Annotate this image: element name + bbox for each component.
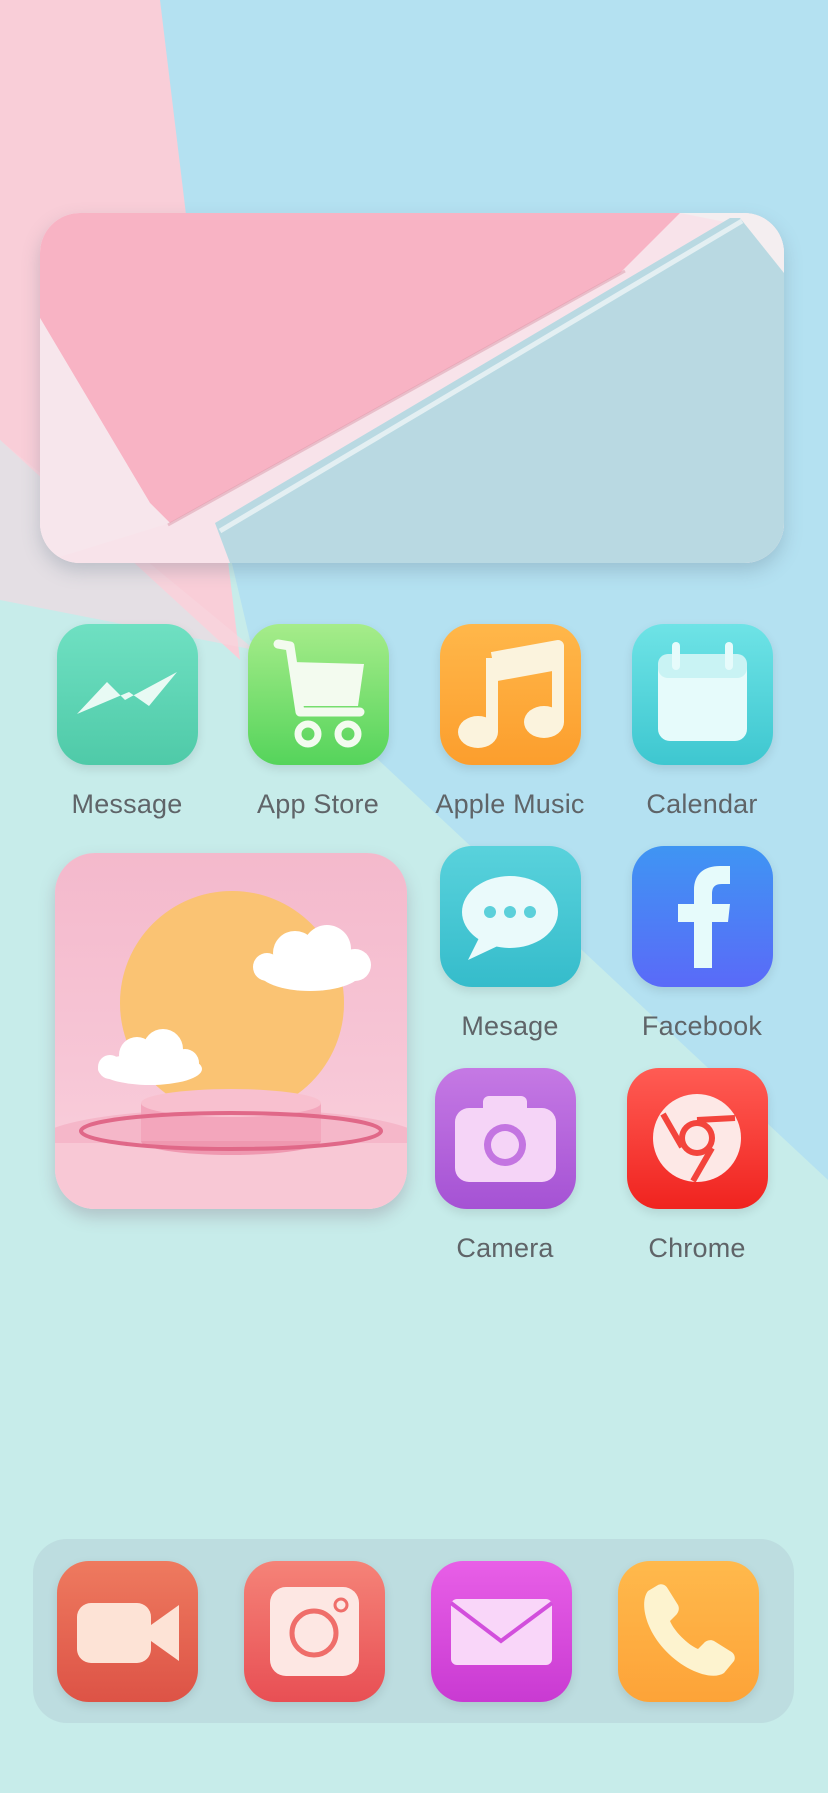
paper-shapes-image <box>40 213 784 563</box>
calendar-icon <box>631 624 773 765</box>
instagram-icon[interactable] <box>244 1561 385 1702</box>
messenger-bolt-icon <box>56 624 198 765</box>
app-mesage[interactable]: Mesage <box>415 846 605 1042</box>
app-calendar[interactable]: Calendar <box>607 624 797 820</box>
phone-handset-icon[interactable] <box>618 1561 759 1702</box>
app-chrome[interactable]: Chrome <box>602 1068 792 1264</box>
music-note-icon <box>439 624 581 765</box>
camera-icon <box>434 1068 576 1209</box>
chat-bubble-icon <box>439 846 581 987</box>
app-label: App Store <box>257 789 379 819</box>
video-camera-icon[interactable] <box>57 1561 198 1702</box>
app-label: Camera <box>456 1233 554 1263</box>
moon-podium-image <box>55 891 407 1209</box>
app-camera[interactable]: Camera <box>410 1068 600 1264</box>
app-label: Apple Music <box>435 789 585 819</box>
dock <box>33 1539 794 1723</box>
app-label: Calendar <box>646 789 758 819</box>
chrome-icon <box>626 1068 768 1209</box>
shopping-cart-icon <box>247 624 389 765</box>
app-label: Chrome <box>648 1233 746 1263</box>
wallpaper-photo-widget[interactable] <box>40 213 784 563</box>
app-message[interactable]: Message <box>32 624 222 820</box>
app-label: Mesage <box>461 1011 559 1041</box>
app-facebook[interactable]: Facebook <box>607 846 797 1042</box>
facebook-f-icon <box>631 846 773 987</box>
mail-envelope-icon[interactable] <box>431 1561 572 1702</box>
app-apple-music[interactable]: Apple Music <box>415 624 605 820</box>
app-label: Facebook <box>641 1011 763 1041</box>
app-app-store[interactable]: App Store <box>223 624 413 820</box>
app-label: Message <box>71 789 183 819</box>
photo-widget[interactable] <box>55 853 407 1209</box>
